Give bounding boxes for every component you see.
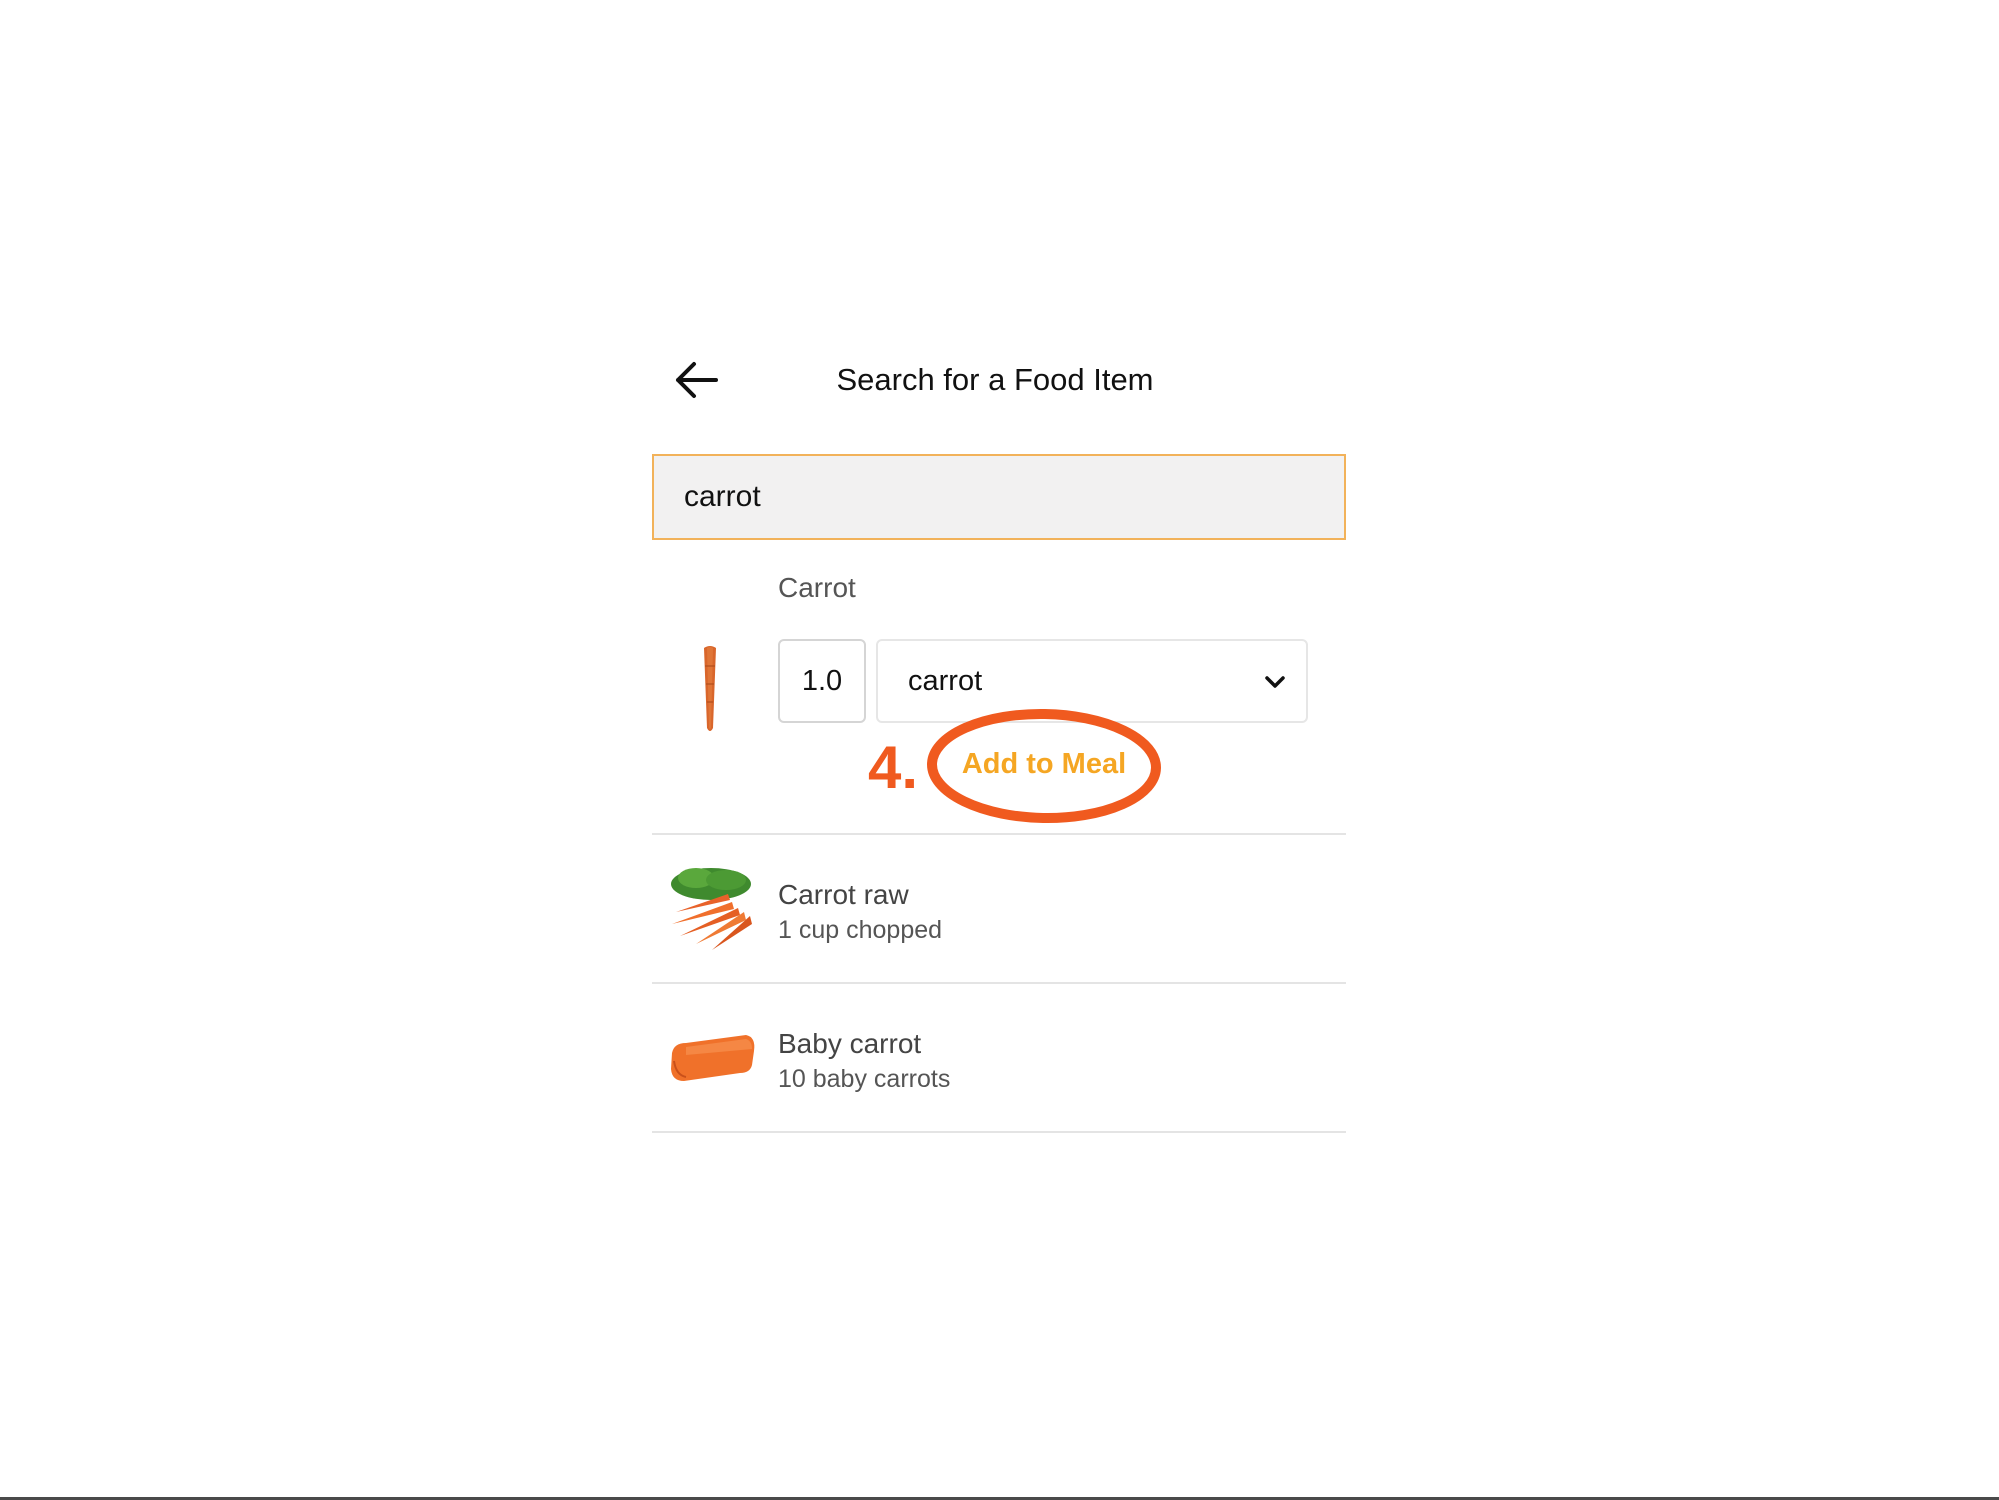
add-to-meal-button[interactable]: Add to Meal (944, 742, 1144, 786)
page-title: Search for a Food Item (836, 362, 1154, 397)
chevron-down-icon (1265, 676, 1285, 688)
result-serving: 10 baby carrots (778, 1065, 951, 1093)
single-carrot-image (704, 646, 716, 731)
result-row-baby-carrot[interactable]: Baby carrot 10 baby carrots (652, 985, 1346, 1131)
search-input[interactable] (684, 456, 1304, 538)
quantity-field[interactable] (778, 639, 866, 723)
baby-carrot-image (671, 1035, 755, 1081)
divider (652, 1131, 1346, 1133)
result-row-carrot-raw[interactable]: Carrot raw 1 cup chopped (652, 836, 1346, 982)
selected-item-name: Carrot (778, 572, 856, 603)
search-field[interactable] (652, 454, 1346, 540)
annotation-step-number: 4. (868, 734, 919, 801)
carrot-bunch-image (671, 868, 752, 950)
divider (652, 982, 1346, 984)
back-button[interactable] (668, 355, 724, 405)
result-name: Baby carrot (778, 1028, 922, 1059)
result-serving: 1 cup chopped (778, 916, 943, 944)
back-arrow-icon (676, 362, 718, 398)
quantity-input[interactable] (780, 641, 864, 721)
food-search-screen: Search for a Food Item Carrot carrot 4. … (0, 0, 1999, 1500)
divider (652, 833, 1346, 835)
result-name: Carrot raw (778, 879, 909, 910)
